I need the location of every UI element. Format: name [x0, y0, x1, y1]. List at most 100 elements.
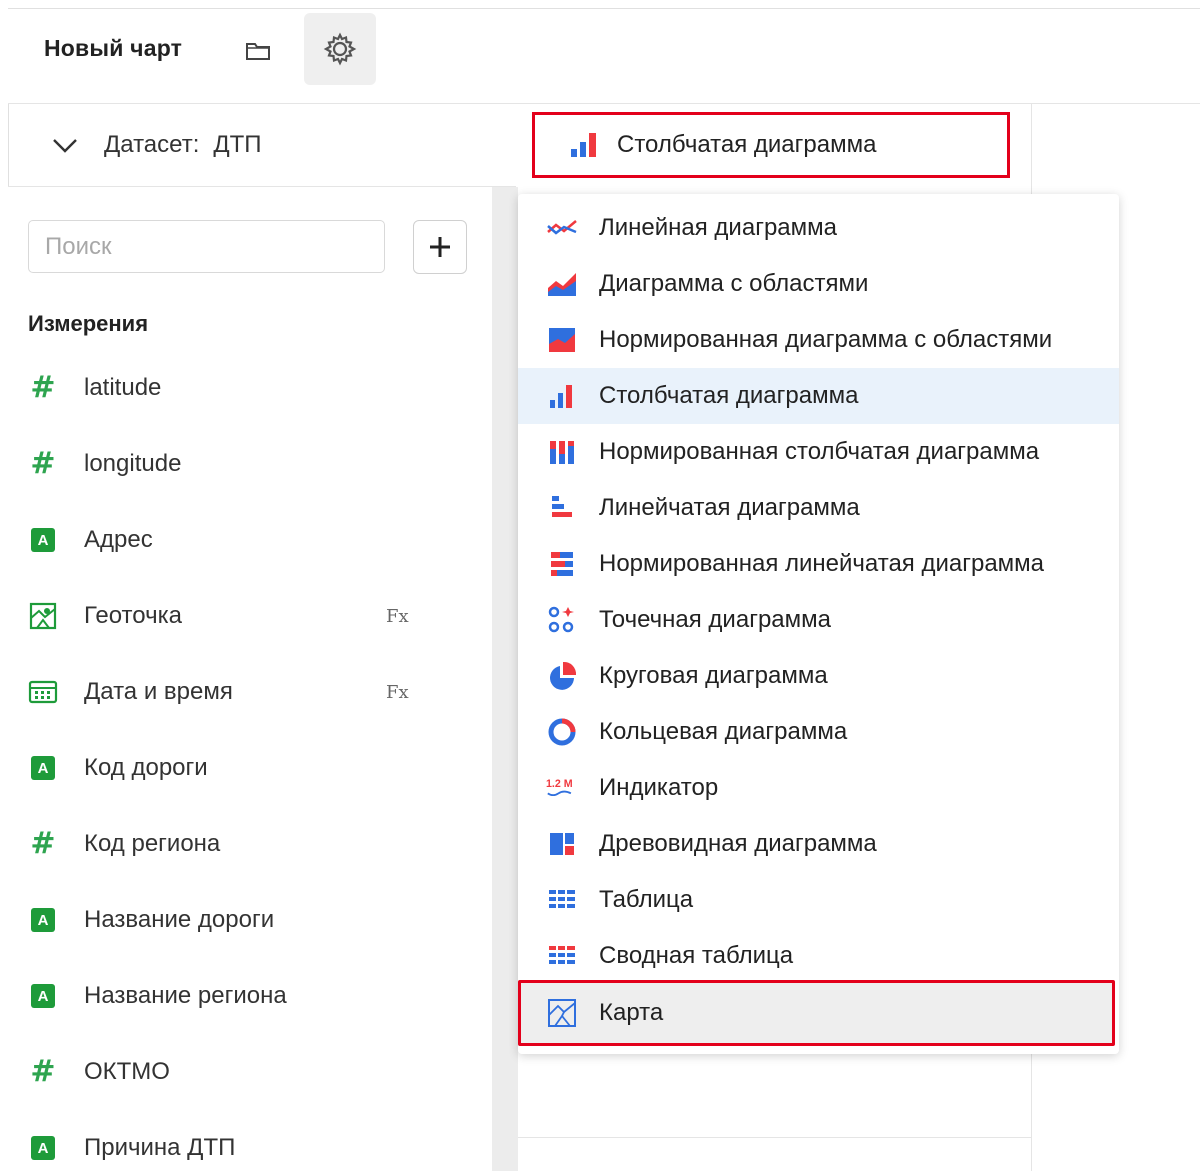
- menu-item-label: Круговая диаграмма: [599, 662, 828, 689]
- line-chart-icon: [547, 220, 577, 235]
- field-name: longitude: [84, 450, 182, 477]
- menu-item-label: Нормированная диаграмма с областями: [599, 326, 1053, 353]
- menu-item-table[interactable]: Таблица: [518, 872, 1119, 928]
- chart-type-dropdown: Линейная диаграмма Диаграмма с областями…: [518, 194, 1119, 1054]
- field-name: Дата и время: [84, 678, 233, 705]
- pivot-table-icon: [549, 946, 575, 964]
- menu-item-pie-chart[interactable]: Круговая диаграмма: [518, 648, 1119, 704]
- field-name: Название дороги: [84, 906, 275, 933]
- menu-item-normalized-area-chart[interactable]: Нормированная диаграмма с областями: [518, 312, 1119, 368]
- treemap-icon: [550, 833, 574, 855]
- field-item[interactable]: # ОКТМО: [28, 1052, 448, 1092]
- menu-item-label: Индикатор: [599, 774, 719, 801]
- field-name: Адрес: [84, 526, 153, 553]
- menu-item-pivot-table[interactable]: Сводная таблица: [518, 928, 1119, 984]
- field-item[interactable]: # longitude: [28, 444, 448, 484]
- field-name: Причина ДТП: [84, 1134, 236, 1161]
- menu-item-label: Линейная диаграмма: [599, 214, 837, 241]
- chart-type-selector[interactable]: Столбчатая диаграмма: [532, 112, 1010, 178]
- field-name: Код региона: [84, 830, 221, 857]
- field-item[interactable]: A Причина ДТП: [28, 1128, 448, 1168]
- datetime-type-icon: [28, 680, 58, 704]
- area-chart-icon: [548, 273, 576, 296]
- menu-item-label: Сводная таблица: [599, 942, 794, 969]
- table-icon: [549, 890, 575, 908]
- fields-panel: Измерения # latitude # longitude A Адрес…: [8, 187, 492, 1171]
- donut-chart-icon: [548, 718, 576, 746]
- string-type-icon: A: [31, 984, 55, 1008]
- dataset-label: Датасет: ДТП: [104, 131, 262, 159]
- menu-item-label: Нормированная линейчатая диаграмма: [599, 550, 1045, 577]
- panel-divider[interactable]: [492, 187, 518, 1171]
- normalized-area-chart-icon: [549, 328, 575, 352]
- folder-button[interactable]: [240, 33, 276, 69]
- map-icon: [548, 999, 576, 1027]
- menu-item-donut-chart[interactable]: Кольцевая диаграмма: [518, 704, 1119, 760]
- header: Новый чарт: [8, 9, 1200, 104]
- column-chart-icon: [571, 133, 596, 157]
- menu-item-column-chart[interactable]: Столбчатая диаграмма: [518, 368, 1119, 424]
- menu-item-label: Древовидная диаграмма: [599, 830, 877, 857]
- field-item[interactable]: A Название дороги: [28, 900, 448, 940]
- formula-icon: Fx: [386, 681, 409, 703]
- string-type-icon: A: [31, 1136, 55, 1160]
- menu-item-label: Столбчатая диаграмма: [599, 382, 859, 409]
- menu-item-scatter-chart[interactable]: Точечная диаграмма: [518, 592, 1119, 648]
- number-type-icon: #: [30, 446, 56, 481]
- bar-chart-icon: [552, 496, 572, 517]
- field-name: Код дороги: [84, 754, 208, 781]
- string-type-icon: A: [31, 528, 55, 552]
- menu-item-treemap[interactable]: Древовидная диаграмма: [518, 816, 1119, 872]
- field-name: Геоточка: [84, 602, 182, 629]
- field-name: ОКТМО: [84, 1058, 170, 1085]
- field-name: latitude: [84, 374, 162, 401]
- field-item[interactable]: # Код региона: [28, 824, 448, 864]
- plus-icon: [430, 237, 450, 257]
- chart-title: Новый чарт: [44, 35, 183, 61]
- column-chart-icon: [550, 385, 572, 408]
- dimensions-title: Измерения: [28, 311, 149, 336]
- menu-item-area-chart[interactable]: Диаграмма с областями: [518, 256, 1119, 312]
- menu-item-line-chart[interactable]: Линейная диаграмма: [518, 200, 1119, 256]
- menu-item-label: Кольцевая диаграмма: [599, 718, 848, 745]
- field-item[interactable]: Дата и время Fx: [28, 672, 448, 712]
- folder-icon: [246, 43, 270, 60]
- gear-icon: [323, 32, 357, 66]
- formula-icon: Fx: [386, 605, 409, 627]
- menu-item-label: Карта: [599, 999, 664, 1026]
- menu-item-indicator[interactable]: 1.2 M Индикатор: [518, 760, 1119, 816]
- menu-item-normalized-bar-chart[interactable]: Нормированная линейчатая диаграмма: [518, 536, 1119, 592]
- scatter-chart-icon: [548, 606, 574, 633]
- normalized-column-chart-icon: [550, 441, 574, 464]
- menu-item-map[interactable]: Карта: [518, 980, 1115, 1046]
- menu-item-label: Нормированная столбчатая диаграмма: [599, 438, 1040, 465]
- menu-item-label: Таблица: [599, 886, 694, 913]
- number-type-icon: #: [30, 1054, 56, 1089]
- field-item[interactable]: A Адрес: [28, 520, 448, 560]
- settings-button[interactable]: [304, 13, 376, 85]
- dataset-prefix: Датасет:: [104, 131, 200, 158]
- field-item[interactable]: # latitude: [28, 368, 448, 408]
- string-type-icon: A: [31, 908, 55, 932]
- menu-item-label: Диаграмма с областями: [599, 270, 869, 297]
- dataset-row[interactable]: Датасет: ДТП: [8, 104, 516, 187]
- menu-item-bar-chart[interactable]: Линейчатая диаграмма: [518, 480, 1119, 536]
- number-type-icon: #: [30, 370, 56, 405]
- field-item[interactable]: A Код дороги: [28, 748, 448, 788]
- add-field-button[interactable]: [413, 220, 467, 274]
- menu-item-normalized-column-chart[interactable]: Нормированная столбчатая диаграмма: [518, 424, 1119, 480]
- string-type-icon: A: [31, 756, 55, 780]
- svg-text:1.2 M: 1.2 M: [546, 778, 573, 790]
- number-type-icon: #: [30, 826, 56, 861]
- divider: [518, 1137, 1031, 1138]
- field-item[interactable]: Геоточка Fx: [28, 596, 448, 636]
- chart-type-label: Столбчатая диаграмма: [617, 131, 877, 158]
- field-item[interactable]: A Название региона: [28, 976, 448, 1016]
- chevron-down-icon[interactable]: [50, 132, 80, 156]
- indicator-icon: 1.2 M: [546, 778, 573, 796]
- search-input[interactable]: [28, 220, 385, 273]
- menu-item-label: Линейчатая диаграмма: [599, 494, 860, 521]
- dataset-name[interactable]: ДТП: [213, 131, 261, 158]
- menu-item-label: Точечная диаграмма: [599, 606, 831, 633]
- geopoint-type-icon: [29, 602, 57, 630]
